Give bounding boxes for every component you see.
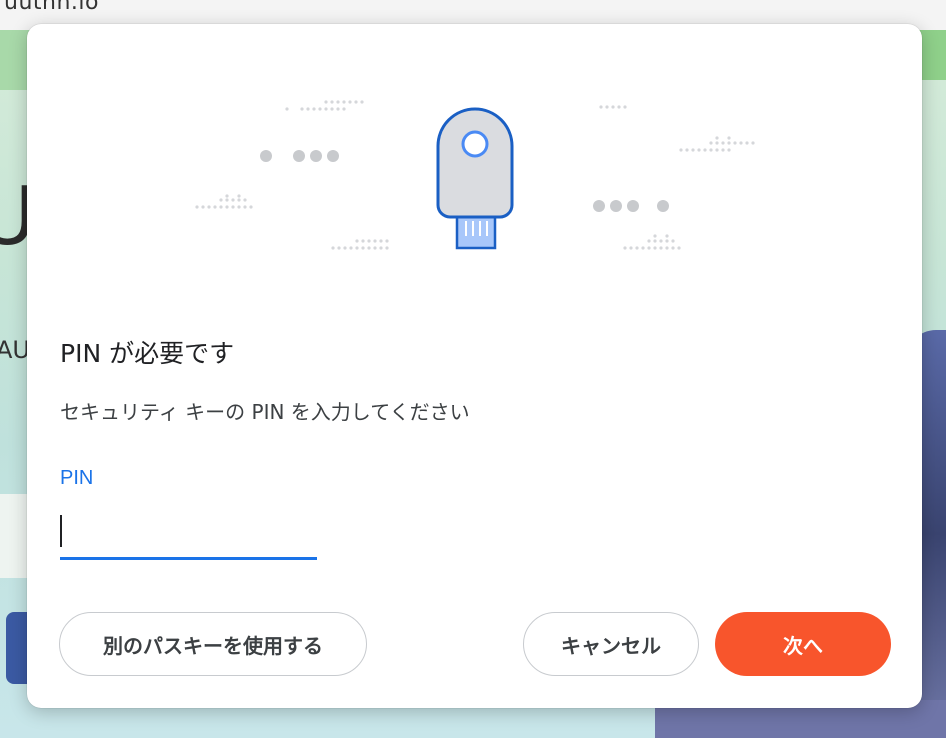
- cancel-button[interactable]: キャンセル: [523, 612, 699, 676]
- background-text-fragment: AU: [0, 336, 30, 364]
- next-button[interactable]: 次へ: [715, 612, 891, 676]
- decorative-dots-right: [593, 200, 669, 212]
- dialog-title: PIN が必要です: [60, 339, 235, 368]
- text-cursor: [60, 515, 62, 547]
- decorative-dots-left: [260, 150, 339, 162]
- security-key-illustration: [195, 100, 755, 250]
- screen: uuthn.io U AU PIN が必要です セキュリティ キーの PIN を…: [0, 0, 946, 738]
- dialog-description: セキュリティ キーの PIN を入力してください: [60, 400, 470, 424]
- pin-input[interactable]: [60, 510, 317, 560]
- use-other-passkey-button[interactable]: 別のパスキーを使用する: [59, 612, 367, 676]
- pin-field-label: PIN: [60, 467, 94, 489]
- browser-url-fragment: uuthn.io: [4, 0, 99, 15]
- security-key-icon: [436, 107, 514, 250]
- pin-dialog: PIN が必要です セキュリティ キーの PIN を入力してください PIN 別…: [27, 24, 922, 708]
